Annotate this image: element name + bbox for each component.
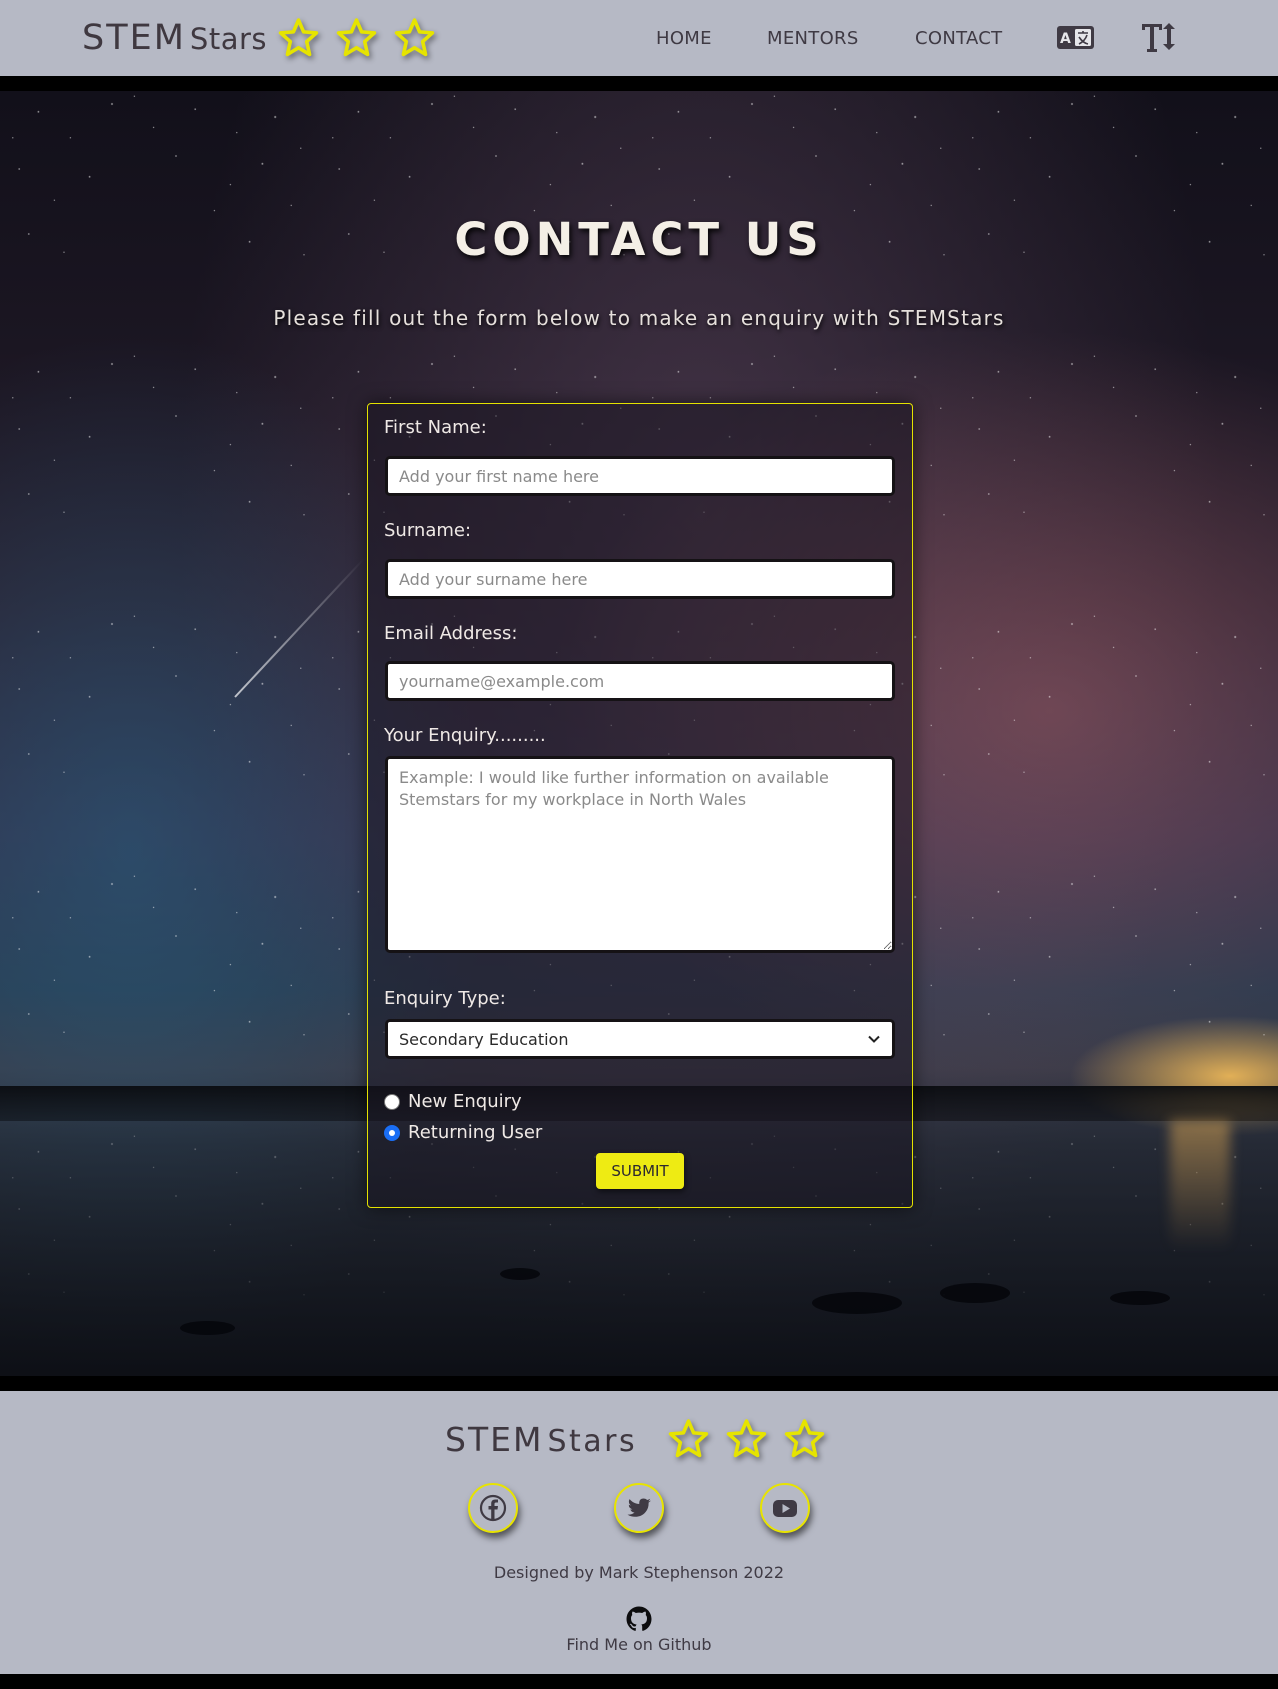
surname-input[interactable] (385, 559, 895, 599)
rock-graphic (500, 1268, 540, 1280)
translate-icon[interactable]: A (1057, 26, 1094, 49)
nav-mentors-link[interactable]: MENTORS (767, 28, 859, 49)
twitter-link[interactable] (614, 1483, 664, 1533)
email-label: Email Address: (384, 623, 518, 644)
enquiry-type-selected: Secondary Education (399, 1029, 569, 1049)
twitter-icon (627, 1498, 651, 1517)
city-light-reflection (1170, 1121, 1230, 1251)
star-icon (726, 1419, 767, 1458)
hero-section: CONTACT US Please fill out the form belo… (0, 91, 1278, 1376)
footer-credit: Designed by Mark Stephenson 2022 (493, 1563, 785, 1582)
page-subtitle: Please fill out the form below to make a… (273, 306, 1005, 330)
rock-graphic (180, 1321, 235, 1335)
surname-label: Surname: (384, 520, 472, 541)
footer-star-row (668, 1418, 825, 1459)
page-title: CONTACT US (454, 213, 824, 266)
chevron-down-icon (868, 1035, 880, 1043)
footer: STEM Stars Designed by Mark Stephenson 2… (0, 1391, 1278, 1674)
enquiry-type-select[interactable]: Secondary Education (385, 1019, 895, 1059)
youtube-link[interactable] (760, 1483, 810, 1533)
enquiry-type-label: Enquiry Type: (384, 988, 506, 1009)
submit-button[interactable]: SUBMIT (596, 1153, 684, 1189)
radio-returning-user[interactable]: Returning User (384, 1122, 542, 1143)
footer-brand-stars-text: Stars (547, 1424, 638, 1459)
first-name-label: First Name: (384, 417, 487, 438)
first-name-input[interactable] (385, 456, 895, 496)
radio-returning-user-label: Returning User (408, 1122, 543, 1143)
nav-contact-link[interactable]: CONTACT (915, 28, 1002, 49)
radio-new-enquiry[interactable]: New Enquiry (384, 1091, 522, 1112)
star-icon (668, 1419, 709, 1458)
footer-brand-stem-text: STEM (445, 1420, 544, 1459)
svg-text:A: A (1060, 31, 1071, 47)
footer-brand-logo: STEM Stars (445, 1420, 637, 1459)
radio-new-enquiry-label: New Enquiry (408, 1091, 522, 1112)
rock-graphic (1110, 1291, 1170, 1305)
enquiry-form: First Name: Surname: Email Address: Your… (367, 403, 913, 1208)
text-size-icon[interactable] (1140, 20, 1176, 53)
youtube-icon (773, 1500, 797, 1517)
rock-graphic (812, 1292, 902, 1314)
nav-home-link[interactable]: HOME (656, 28, 712, 49)
radio-button[interactable] (384, 1093, 400, 1110)
github-icon[interactable] (625, 1605, 653, 1633)
facebook-link[interactable] (468, 1483, 518, 1533)
enquiry-textarea[interactable] (385, 756, 895, 953)
rock-graphic (940, 1283, 1010, 1303)
email-input[interactable] (385, 661, 895, 701)
top-navbar: STEM Stars HOME MENTORS CONTACT A (0, 0, 1278, 76)
enquiry-label: Your Enquiry......... (384, 725, 546, 746)
star-icon (784, 1419, 825, 1458)
radio-button-selected[interactable] (384, 1124, 400, 1141)
facebook-icon (479, 1494, 507, 1522)
github-link-text[interactable]: Find Me on Github (0, 1635, 1278, 1654)
shooting-star-graphic (234, 557, 366, 698)
